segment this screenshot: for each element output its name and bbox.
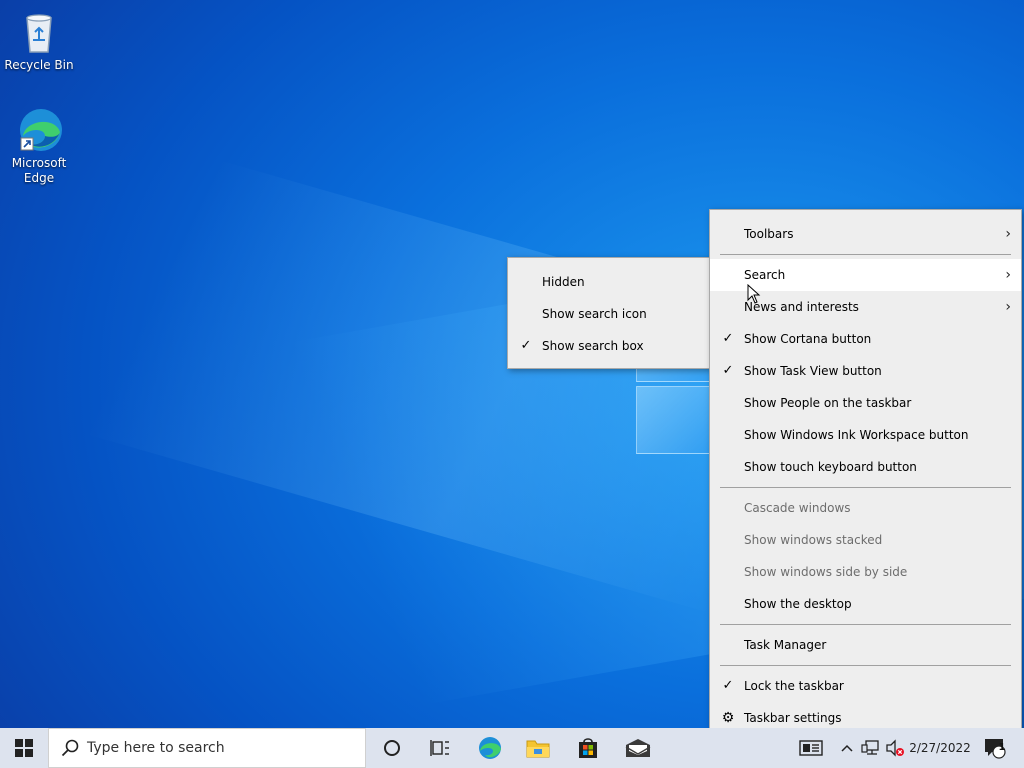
task-view-icon	[430, 740, 449, 756]
folder-icon	[526, 740, 550, 758]
taskbar-clock[interactable]: 2/27/2022	[906, 728, 974, 768]
menu-item-show-people[interactable]: Show People on the taskbar	[710, 387, 1021, 419]
menu-item-label: Toolbars	[744, 227, 794, 241]
chevron-right-icon: ›	[1005, 226, 1011, 242]
speaker-muted-icon	[886, 739, 904, 757]
taskbar-search-box[interactable]: Type here to search	[48, 728, 366, 768]
menu-item-lock-the-taskbar[interactable]: ✓ Lock the taskbar	[710, 670, 1021, 702]
menu-separator	[720, 254, 1011, 255]
desktop-icon-recycle-bin[interactable]: Recycle Bin	[1, 8, 77, 73]
recycle-bin-icon	[15, 8, 63, 56]
menu-item-hidden[interactable]: Hidden	[508, 266, 710, 298]
menu-item-toolbars[interactable]: Toolbars ›	[710, 218, 1021, 250]
desktop-icon-edge[interactable]: Microsoft Edge	[1, 106, 77, 186]
menu-item-show-windows-side-by-side: Show windows side by side	[710, 556, 1021, 588]
cortana-icon	[384, 740, 400, 756]
menu-item-label: Lock the taskbar	[744, 679, 844, 693]
menu-item-show-search-icon[interactable]: Show search icon	[508, 298, 710, 330]
menu-item-label: Cascade windows	[744, 501, 851, 515]
menu-item-label: Show Cortana button	[744, 332, 872, 346]
menu-item-task-manager[interactable]: Task Manager	[710, 629, 1021, 661]
menu-item-label: Show Task View button	[744, 364, 882, 378]
show-hidden-icons-button[interactable]	[838, 728, 856, 768]
search-submenu: Hidden Show search icon ✓ Show search bo…	[507, 257, 711, 369]
menu-item-show-search-box[interactable]: ✓ Show search box	[508, 330, 710, 362]
menu-item-show-touch-keyboard[interactable]: Show touch keyboard button	[710, 451, 1021, 483]
taskbar: Type here to search 2/27/2022 1	[0, 728, 1024, 768]
mail-icon	[625, 739, 651, 757]
windows-logo-icon	[15, 739, 33, 757]
menu-item-show-cortana-button[interactable]: ✓ Show Cortana button	[710, 323, 1021, 355]
taskbar-edge-button[interactable]	[470, 728, 510, 768]
network-button[interactable]	[860, 728, 882, 768]
chevron-right-icon: ›	[1005, 299, 1011, 315]
news-and-interests-button[interactable]	[796, 728, 826, 768]
menu-item-show-windows-stacked: Show windows stacked	[710, 524, 1021, 556]
menu-item-label: Hidden	[542, 275, 585, 289]
cortana-button[interactable]	[372, 728, 412, 768]
file-explorer-button[interactable]	[518, 728, 558, 768]
checkmark-icon: ✓	[520, 338, 532, 353]
notification-count-badge: 1	[998, 742, 1006, 753]
start-button[interactable]	[0, 728, 48, 768]
network-icon	[861, 740, 879, 755]
search-icon	[61, 739, 79, 757]
menu-item-label: Taskbar settings	[744, 711, 842, 725]
menu-item-label: Search	[744, 268, 786, 282]
task-view-button[interactable]	[420, 728, 460, 768]
menu-item-label: Show Windows Ink Workspace button	[744, 428, 969, 442]
edge-icon	[15, 106, 63, 154]
store-icon	[579, 738, 597, 758]
menu-item-label: Show the desktop	[744, 597, 852, 611]
chevron-up-icon	[841, 744, 853, 752]
menu-item-show-task-view-button[interactable]: ✓ Show Task View button	[710, 355, 1021, 387]
menu-item-show-the-desktop[interactable]: Show the desktop	[710, 588, 1021, 620]
menu-item-label: Show windows side by side	[744, 565, 908, 579]
checkmark-icon: ✓	[722, 678, 734, 693]
search-placeholder: Type here to search	[87, 740, 225, 756]
checkmark-icon: ✓	[722, 331, 734, 346]
menu-item-label: Show search box	[542, 339, 644, 353]
desktop-icon-label: Recycle Bin	[4, 58, 74, 72]
menu-separator	[720, 624, 1011, 625]
menu-separator	[720, 487, 1011, 488]
menu-item-label: Task Manager	[744, 638, 827, 652]
volume-button[interactable]	[884, 728, 906, 768]
menu-item-label: Show windows stacked	[744, 533, 883, 547]
menu-item-cascade-windows: Cascade windows	[710, 492, 1021, 524]
mail-button[interactable]	[618, 728, 658, 768]
desktop-icon-label: Microsoft Edge	[11, 156, 67, 185]
menu-separator	[720, 665, 1011, 666]
menu-item-label: Show search icon	[542, 307, 647, 321]
action-center-button[interactable]: 1	[980, 728, 1010, 768]
news-icon	[799, 740, 823, 756]
edge-icon	[479, 737, 501, 759]
chevron-right-icon: ›	[1005, 267, 1011, 283]
menu-item-label: Show People on the taskbar	[744, 396, 912, 410]
microsoft-store-button[interactable]	[568, 728, 608, 768]
checkmark-icon: ✓	[722, 363, 734, 378]
menu-item-label: News and interests	[744, 300, 859, 314]
mouse-cursor-icon	[747, 284, 761, 304]
menu-item-label: Show touch keyboard button	[744, 460, 917, 474]
menu-item-show-ink-workspace[interactable]: Show Windows Ink Workspace button	[710, 419, 1021, 451]
